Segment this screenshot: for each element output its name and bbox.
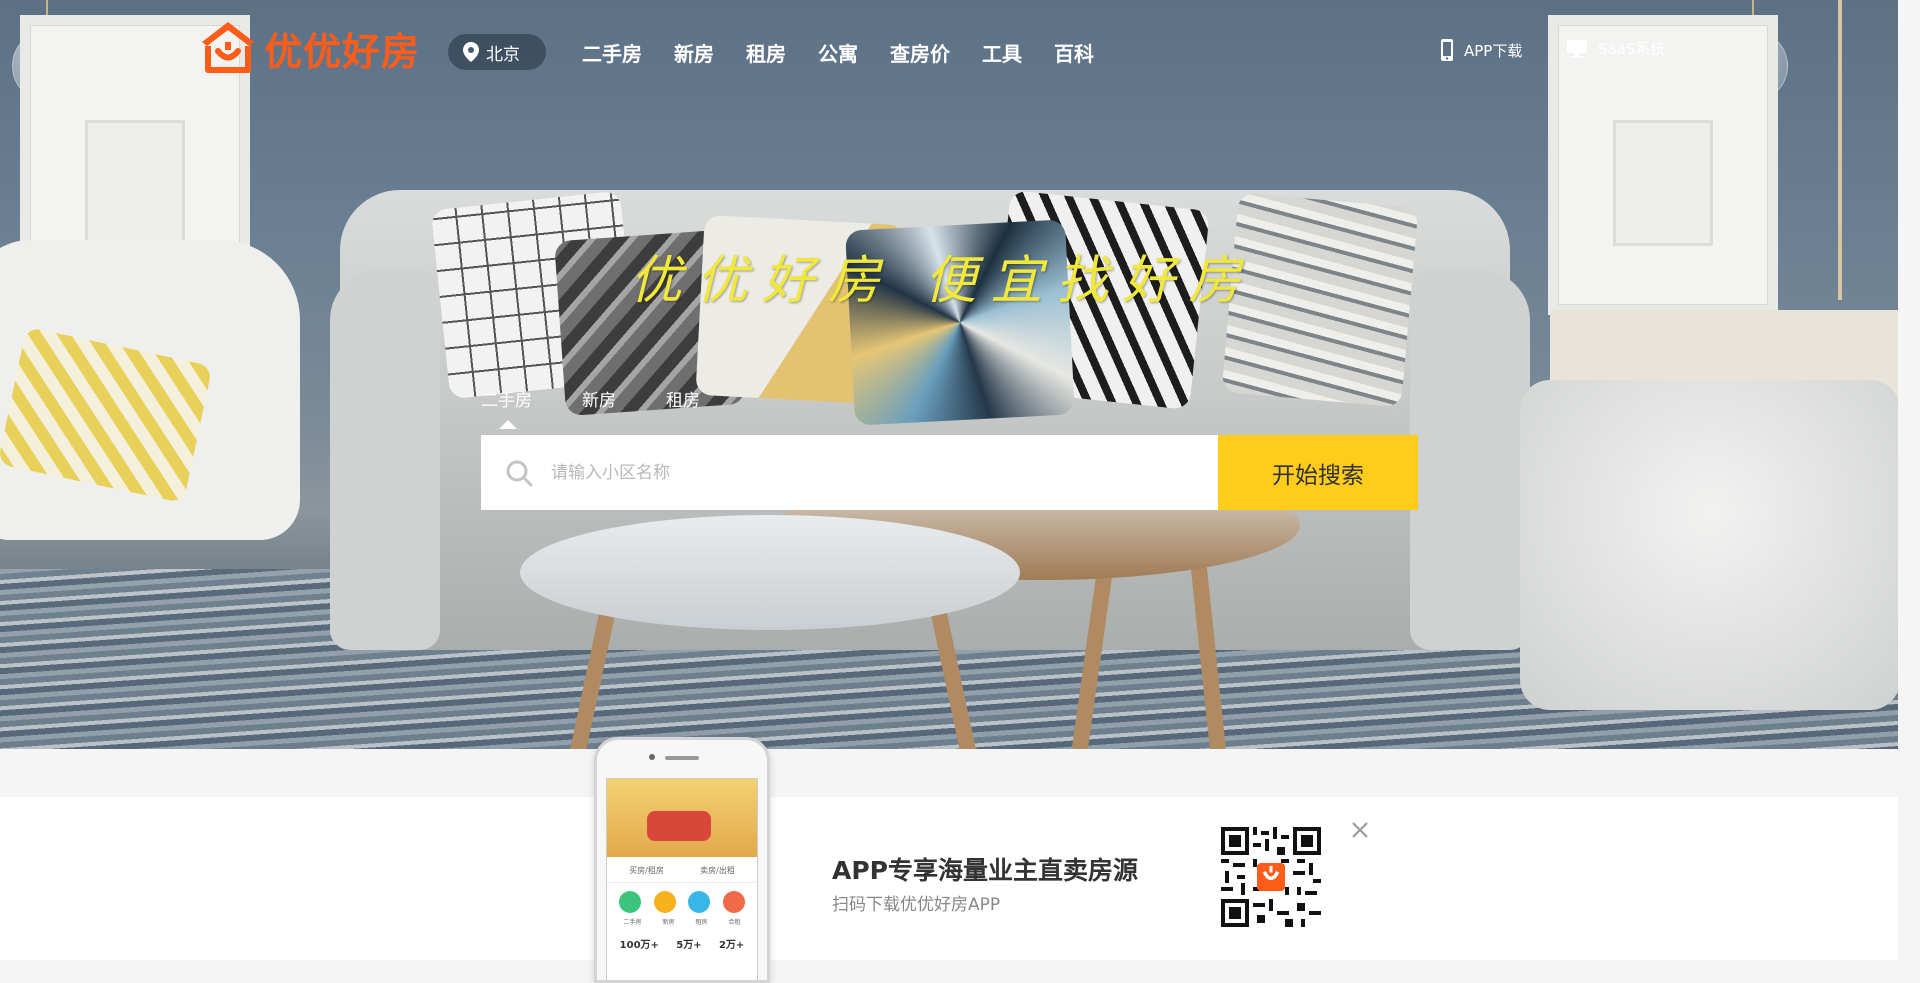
nav-item-baike[interactable]: 百科 [1054,38,1094,67]
house-smile-logo-icon [202,22,254,73]
nav-item-chafangjia[interactable]: 查房价 [890,38,950,67]
phone-icon-label: 新房 [662,919,675,926]
saas-link[interactable]: SaaS系统 [1566,38,1665,59]
phone-icon-label: 合租 [728,919,741,926]
nav-item-zufang[interactable]: 租房 [746,38,786,67]
phone-stat: 5万+ [676,940,702,951]
nav-item-ershoufang[interactable]: 二手房 [582,38,642,67]
site-logo[interactable]: 优优好房 [198,18,420,78]
search-tab-xinfang[interactable]: 新房 [582,386,616,411]
phone-stats: 100万+ 5万+ 2万+ [607,930,757,951]
search-input[interactable] [549,461,1193,484]
sofa-arm [1410,270,1530,650]
city-selector[interactable]: 北京 [448,34,546,70]
search-box [481,435,1218,510]
brand-name: 优优好房 [264,29,421,74]
phone-stat: 100万+ [619,940,659,951]
key-icon [688,891,711,913]
phone-speaker [665,756,699,760]
promo-subtitle: 扫码下载优优好房APP [832,895,1001,915]
promo-title: APP专享海量业主直卖房源 [832,856,1138,885]
hero-banner [0,0,1898,749]
search-tab-ershoufang[interactable]: 二手房 [481,386,532,429]
nav-item-gongju[interactable]: 工具 [982,38,1022,67]
search-tab-zufang[interactable]: 租房 [666,386,700,411]
mobile-phone-icon [1441,39,1453,61]
wall-frame-right [1548,15,1778,315]
location-pin-icon [463,42,479,62]
monitor-icon [1567,39,1587,58]
phone-tab: 卖房/出租 [700,866,735,875]
nav-item-gongyu[interactable]: 公寓 [818,38,858,67]
phone-icon-labels: 二手房 新房 租房 合租 [607,915,757,930]
sofa-arm [330,270,440,650]
phone-icon-label: 租房 [695,919,708,926]
phone-stat: 2万+ [718,940,745,951]
search-button[interactable]: 开始搜索 [1218,435,1418,510]
nav-item-xinfang[interactable]: 新房 [674,38,714,67]
bed-icon [722,891,745,913]
app-download-link[interactable]: APP下载 [1440,38,1522,62]
search-icon [506,460,533,486]
phone-icon-label: 二手房 [623,919,642,926]
main-nav: 二手房 新房 租房 公寓 查房价 工具 百科 [582,38,1126,67]
hero-slogan: 优优好房 便宜找好房 [630,251,1255,311]
close-icon[interactable] [1348,818,1372,842]
coffee-table-white [520,515,1020,630]
floor-lamp-pole [1838,0,1842,300]
city-name: 北京 [486,44,520,65]
phone-banner [607,779,757,857]
qr-code-icon [1221,827,1321,927]
search-tabs: 二手房 新房 租房 [481,386,750,429]
building-icon [653,891,676,913]
phone-icon-row [607,883,757,915]
phone-screen: 买房/租房 卖房/出租 二手房 新房 租房 合租 100万+ 5万+ 2万+ [606,778,758,980]
saas-label: SaaS系统 [1598,40,1666,58]
phone-tabs: 买房/租房 卖房/出租 [607,857,757,883]
phone-mockup: 买房/租房 卖房/出租 二手房 新房 租房 合租 100万+ 5万+ 2万+ [594,737,770,983]
phone-tab: 买房/租房 [629,866,664,875]
app-download-label: APP下载 [1464,41,1523,60]
phone-camera [649,754,655,760]
tufted-ottoman [1520,380,1898,710]
house-icon [619,891,642,913]
